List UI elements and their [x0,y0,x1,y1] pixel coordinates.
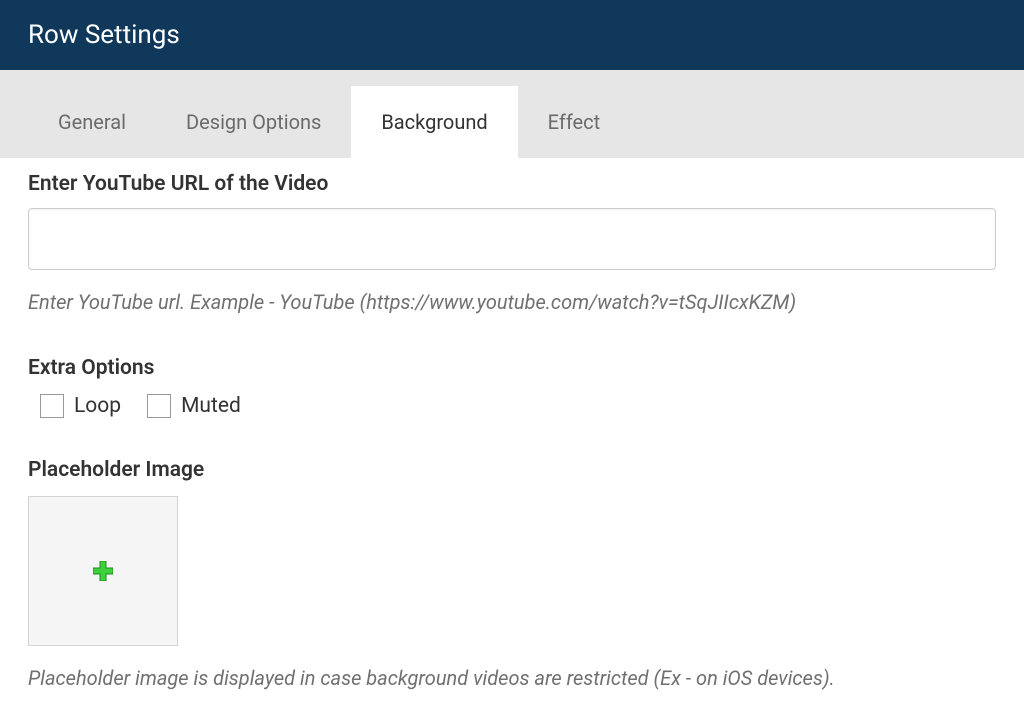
youtube-url-input[interactable] [28,208,996,270]
dialog-header: Row Settings [0,0,1024,70]
extra-options-row: Loop Muted [40,394,996,418]
dialog-title: Row Settings [28,20,180,50]
loop-checkbox[interactable] [40,394,64,418]
loop-option: Loop [40,394,121,418]
placeholder-image-label: Placeholder Image [28,458,996,482]
youtube-url-label: Enter YouTube URL of the Video [28,172,996,196]
tab-general[interactable]: General [28,86,156,158]
tab-background[interactable]: Background [351,86,517,158]
placeholder-image-help: Placeholder image is displayed in case b… [28,664,996,692]
tab-content: Enter YouTube URL of the Video Enter You… [0,158,1024,706]
tab-effect[interactable]: Effect [518,86,630,158]
muted-option: Muted [147,394,241,418]
muted-label: Muted [181,394,241,418]
loop-label: Loop [74,394,121,418]
tab-design-options[interactable]: Design Options [156,86,351,158]
add-image-button[interactable] [28,496,178,646]
tabs-bar: General Design Options Background Effect [0,70,1024,158]
plus-icon [93,561,113,581]
extra-options-label: Extra Options [28,356,996,380]
youtube-url-help: Enter YouTube url. Example - YouTube (ht… [28,288,996,316]
muted-checkbox[interactable] [147,394,171,418]
